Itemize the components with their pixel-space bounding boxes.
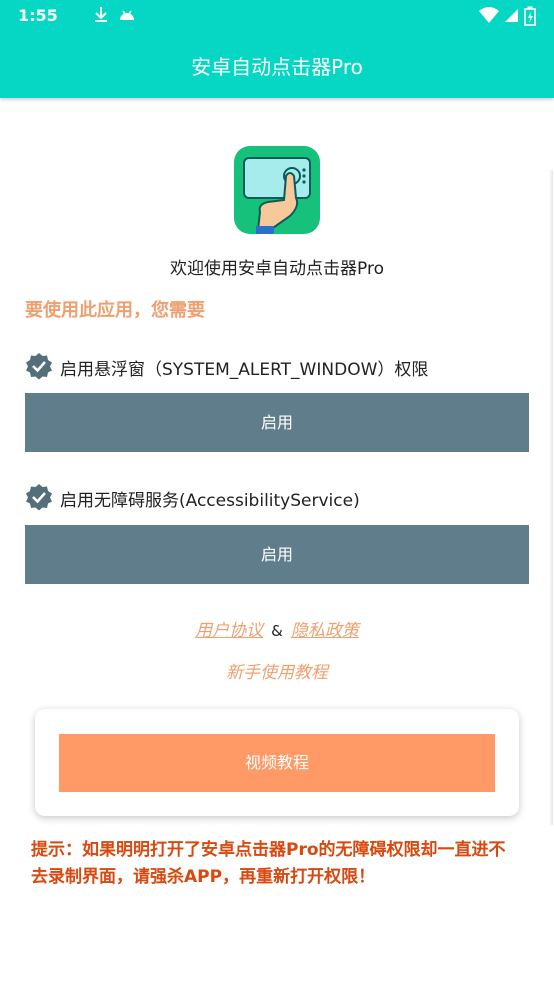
policy-links: 用户协议 & 隐私政策	[0, 616, 554, 641]
app-bar: 安卓自动点击器Pro	[0, 32, 554, 98]
status-time: 1:55	[18, 6, 58, 25]
check-badge-icon	[26, 484, 52, 511]
enable-accessibility-button[interactable]: 启用	[25, 525, 529, 584]
privacy-policy-link[interactable]: 隐私政策	[291, 621, 359, 641]
wifi-icon	[479, 7, 499, 23]
status-bar: 1:55	[0, 0, 554, 32]
user-agreement-link[interactable]: 用户协议	[195, 621, 263, 641]
requirement-heading: 要使用此应用，您需要	[25, 300, 205, 321]
android-icon	[120, 10, 134, 20]
video-tutorial-card: 视频教程	[35, 709, 519, 816]
signal-icon	[505, 9, 518, 22]
app-title: 安卓自动点击器Pro	[191, 55, 363, 79]
permission-overlay-label: 启用悬浮窗（SYSTEM_ALERT_WINDOW）权限	[60, 360, 429, 380]
tip-text: 提示：如果明明打开了安卓点击器Pro的无障碍权限却一直进不去录制界面，请强杀AP…	[31, 840, 506, 887]
tap-app-logo-icon	[234, 146, 320, 234]
check-badge-icon	[26, 353, 52, 380]
video-tutorial-button[interactable]: 视频教程	[59, 734, 495, 792]
welcome-text: 欢迎使用安卓自动点击器Pro	[170, 259, 384, 279]
enable-overlay-button[interactable]: 启用	[25, 393, 529, 452]
links-separator: &	[271, 622, 283, 640]
beginner-tutorial-link[interactable]: 新手使用教程	[0, 658, 554, 683]
permission-accessibility-label: 启用无障碍服务(AccessibilityService)	[60, 491, 360, 511]
download-icon	[95, 7, 107, 22]
battery-icon	[524, 6, 536, 26]
